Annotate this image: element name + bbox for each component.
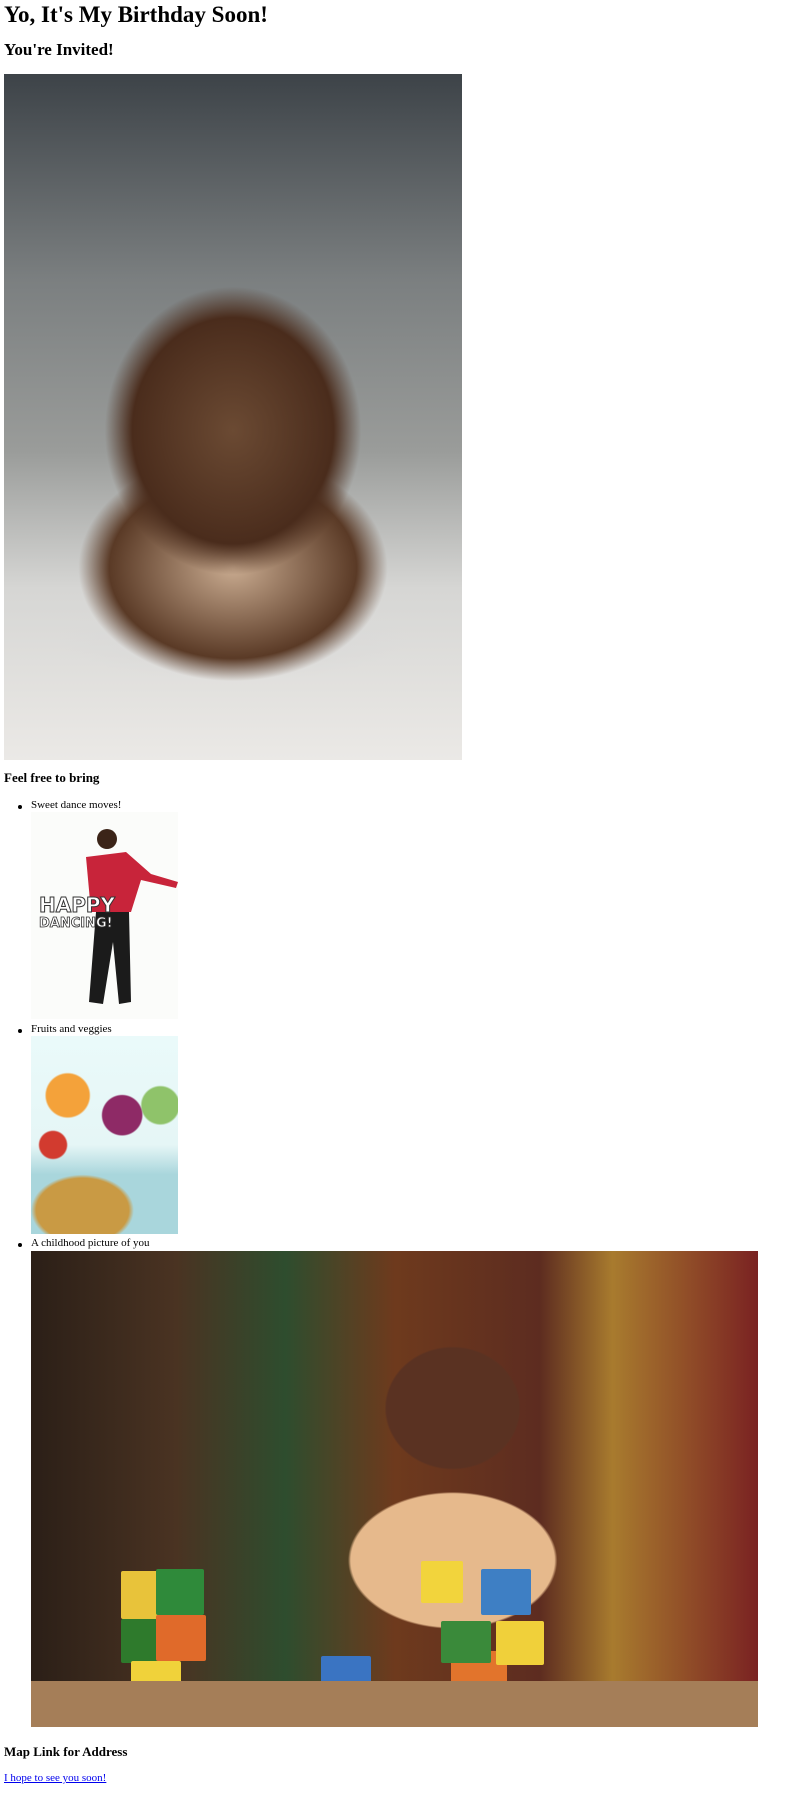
bullet <box>18 1029 22 1033</box>
list-item: Fruits and veggies <box>31 1023 112 1035</box>
map-link[interactable]: I hope to see you soon! <box>4 1772 106 1784</box>
list-item: Sweet dance moves! <box>31 799 122 811</box>
svg-text:DANCING!: DANCING! <box>39 916 113 931</box>
bullet <box>18 805 22 809</box>
invite-subtitle: You're Invited! <box>4 40 114 59</box>
map-heading: Map Link for Address <box>4 1744 128 1759</box>
bullet <box>18 1243 22 1247</box>
list-item: A childhood picture of you <box>31 1237 150 1249</box>
svg-text:HAPPY: HAPPY <box>39 893 116 917</box>
cake-image <box>4 74 462 760</box>
fruits-image <box>31 1036 178 1234</box>
page-title: Yo, It's My Birthday Soon! <box>4 2 268 27</box>
bring-heading: Feel free to bring <box>4 770 100 785</box>
dancing-gif: HAPPY DANCING! <box>31 812 178 1019</box>
childhood-image <box>31 1251 758 1727</box>
